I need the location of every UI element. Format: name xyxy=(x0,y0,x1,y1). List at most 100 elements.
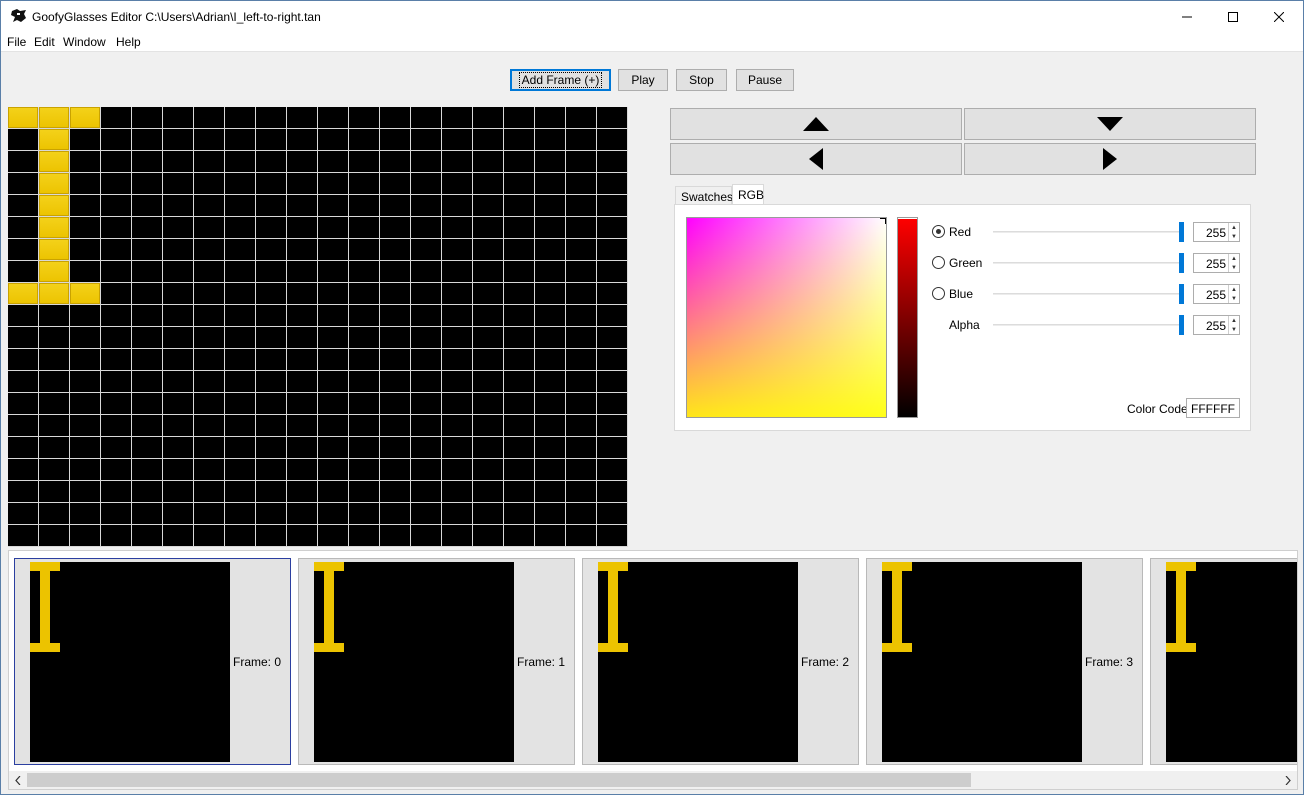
led-cell[interactable] xyxy=(473,107,504,129)
led-cell[interactable] xyxy=(380,437,411,459)
maximize-button[interactable] xyxy=(1210,1,1256,32)
led-cell[interactable] xyxy=(318,239,349,261)
led-cell[interactable] xyxy=(535,217,566,239)
led-cell[interactable] xyxy=(8,481,39,503)
led-cell[interactable] xyxy=(287,327,318,349)
led-cell[interactable] xyxy=(132,305,163,327)
led-cell[interactable] xyxy=(8,327,39,349)
spin-up-icon[interactable]: ▲ xyxy=(1229,285,1239,294)
led-cell[interactable] xyxy=(194,327,225,349)
led-cell[interactable] xyxy=(70,437,101,459)
led-cell[interactable] xyxy=(473,459,504,481)
led-cell[interactable] xyxy=(504,195,535,217)
led-cell[interactable] xyxy=(39,371,70,393)
slider-alpha[interactable] xyxy=(993,324,1181,326)
led-cell[interactable] xyxy=(504,107,535,129)
led-cell[interactable] xyxy=(39,195,70,217)
led-cell[interactable] xyxy=(473,327,504,349)
led-cell[interactable] xyxy=(287,349,318,371)
led-cell[interactable] xyxy=(566,239,597,261)
led-cell[interactable] xyxy=(39,151,70,173)
led-cell[interactable] xyxy=(70,371,101,393)
led-cell[interactable] xyxy=(70,481,101,503)
led-cell[interactable] xyxy=(163,195,194,217)
led-cell[interactable] xyxy=(597,371,628,393)
led-cell[interactable] xyxy=(411,173,442,195)
led-cell[interactable] xyxy=(70,195,101,217)
led-cell[interactable] xyxy=(256,459,287,481)
led-cell[interactable] xyxy=(194,415,225,437)
led-cell[interactable] xyxy=(39,217,70,239)
led-cell[interactable] xyxy=(194,481,225,503)
led-cell[interactable] xyxy=(132,393,163,415)
led-cell[interactable] xyxy=(194,393,225,415)
color-square-picker[interactable] xyxy=(686,217,887,418)
led-cell[interactable] xyxy=(225,283,256,305)
led-cell[interactable] xyxy=(566,349,597,371)
led-cell[interactable] xyxy=(318,195,349,217)
led-cell[interactable] xyxy=(225,173,256,195)
led-cell[interactable] xyxy=(39,173,70,195)
led-cell[interactable] xyxy=(535,107,566,129)
led-cell[interactable] xyxy=(8,173,39,195)
led-cell[interactable] xyxy=(287,129,318,151)
led-cell[interactable] xyxy=(101,195,132,217)
led-cell[interactable] xyxy=(318,437,349,459)
led-cell[interactable] xyxy=(597,415,628,437)
led-cell[interactable] xyxy=(70,283,101,305)
led-cell[interactable] xyxy=(163,129,194,151)
led-cell[interactable] xyxy=(318,283,349,305)
led-cell[interactable] xyxy=(535,481,566,503)
led-cell[interactable] xyxy=(597,195,628,217)
slider-blue[interactable] xyxy=(993,293,1181,295)
led-cell[interactable] xyxy=(70,459,101,481)
led-cell[interactable] xyxy=(225,151,256,173)
led-cell[interactable] xyxy=(380,415,411,437)
frames-scrollbar[interactable] xyxy=(9,771,1297,789)
led-cell[interactable] xyxy=(380,107,411,129)
led-cell[interactable] xyxy=(101,393,132,415)
led-cell[interactable] xyxy=(318,525,349,547)
led-cell[interactable] xyxy=(194,371,225,393)
led-cell[interactable] xyxy=(411,481,442,503)
slider-green-thumb[interactable] xyxy=(1179,253,1184,273)
led-cell[interactable] xyxy=(504,415,535,437)
led-cell[interactable] xyxy=(256,415,287,437)
slider-alpha-thumb[interactable] xyxy=(1179,315,1184,335)
scrollbar-thumb[interactable] xyxy=(27,773,971,787)
led-cell[interactable] xyxy=(442,151,473,173)
menu-help[interactable]: Help xyxy=(116,35,141,49)
led-cell[interactable] xyxy=(349,239,380,261)
led-cell[interactable] xyxy=(39,107,70,129)
led-cell[interactable] xyxy=(349,481,380,503)
led-cell[interactable] xyxy=(504,349,535,371)
led-cell[interactable] xyxy=(39,481,70,503)
led-cell[interactable] xyxy=(8,195,39,217)
spin-down-icon[interactable]: ▼ xyxy=(1229,294,1239,303)
led-cell[interactable] xyxy=(256,437,287,459)
led-cell[interactable] xyxy=(132,195,163,217)
led-cell[interactable] xyxy=(287,503,318,525)
led-cell[interactable] xyxy=(442,437,473,459)
color-square-marker[interactable] xyxy=(880,218,886,224)
led-cell[interactable] xyxy=(566,195,597,217)
led-cell[interactable] xyxy=(225,195,256,217)
led-cell[interactable] xyxy=(256,305,287,327)
led-cell[interactable] xyxy=(101,459,132,481)
led-cell[interactable] xyxy=(70,305,101,327)
led-cell[interactable] xyxy=(535,151,566,173)
shift-left-button[interactable] xyxy=(670,143,962,175)
led-cell[interactable] xyxy=(380,327,411,349)
close-button[interactable] xyxy=(1256,1,1302,32)
led-cell[interactable] xyxy=(8,349,39,371)
led-cell[interactable] xyxy=(39,283,70,305)
led-cell[interactable] xyxy=(473,503,504,525)
led-cell[interactable] xyxy=(70,217,101,239)
led-cell[interactable] xyxy=(349,107,380,129)
spin-up-icon[interactable]: ▲ xyxy=(1229,254,1239,263)
led-cell[interactable] xyxy=(349,305,380,327)
led-cell[interactable] xyxy=(101,525,132,547)
led-cell[interactable] xyxy=(473,151,504,173)
led-cell[interactable] xyxy=(256,217,287,239)
led-cell[interactable] xyxy=(287,437,318,459)
